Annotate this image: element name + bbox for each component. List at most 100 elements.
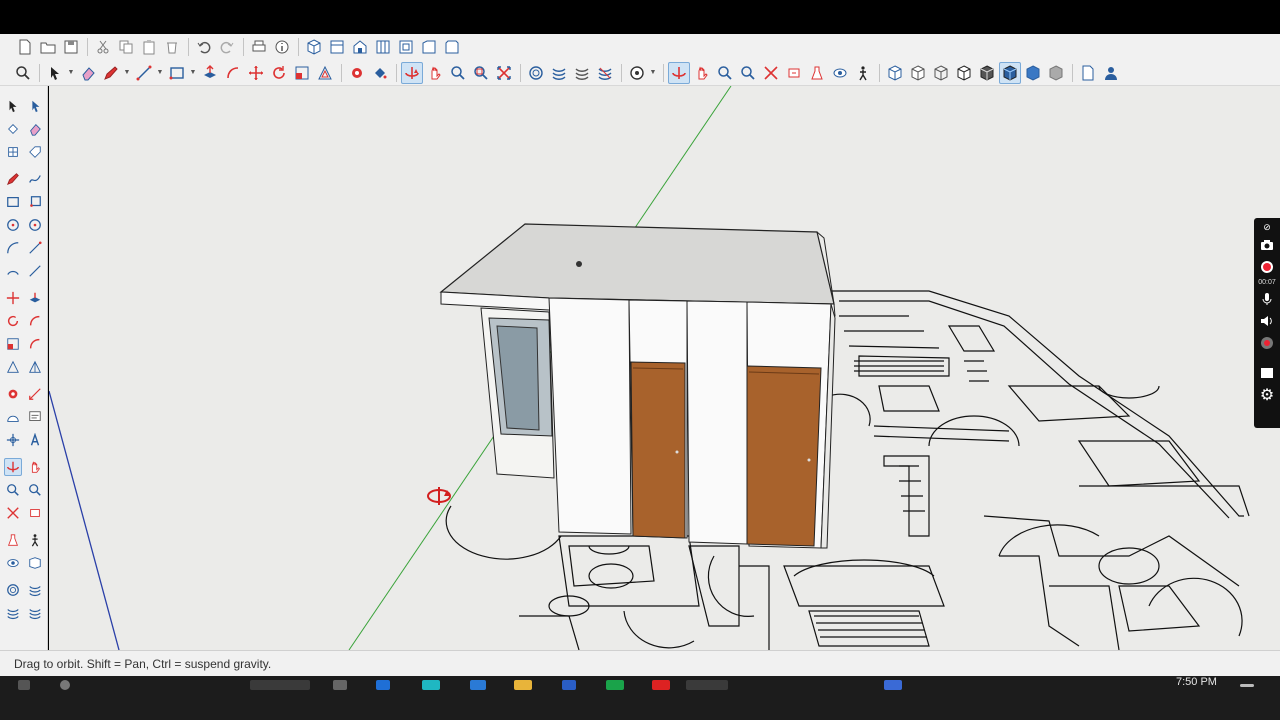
orbit-icon[interactable] bbox=[3, 457, 22, 476]
circle-icon[interactable] bbox=[4, 216, 22, 234]
zoom-icon[interactable] bbox=[4, 481, 22, 499]
tray-icon[interactable] bbox=[884, 680, 902, 690]
chevron-down-icon[interactable]: ▼ bbox=[67, 62, 75, 84]
microphone-icon[interactable] bbox=[1257, 288, 1277, 310]
previous-view-icon[interactable] bbox=[26, 504, 44, 522]
store-icon[interactable] bbox=[470, 680, 486, 690]
monochrome-icon[interactable] bbox=[1022, 62, 1044, 84]
paint-bucket-icon[interactable] bbox=[4, 120, 22, 138]
rectangle-icon[interactable] bbox=[4, 193, 22, 211]
pan-hand-icon[interactable] bbox=[691, 62, 713, 84]
gear-icon[interactable]: ⚙ bbox=[1257, 384, 1277, 406]
hidden-line-icon[interactable] bbox=[953, 62, 975, 84]
zoom-tool-icon[interactable] bbox=[714, 62, 736, 84]
search-icon[interactable] bbox=[60, 680, 70, 690]
position-camera-icon[interactable] bbox=[4, 531, 22, 549]
offset-icon[interactable] bbox=[314, 62, 336, 84]
zoom-window-icon[interactable] bbox=[470, 62, 492, 84]
edge-icon[interactable] bbox=[376, 680, 390, 690]
eraser-icon[interactable] bbox=[26, 120, 44, 138]
zoom-extents-tool-icon[interactable] bbox=[760, 62, 782, 84]
window-icon[interactable] bbox=[1257, 362, 1277, 384]
chevron-down-icon[interactable]: ▼ bbox=[649, 62, 657, 84]
print-icon[interactable] bbox=[248, 36, 270, 58]
start-icon[interactable] bbox=[18, 680, 30, 690]
folder-icon[interactable] bbox=[514, 680, 532, 690]
model-viewport[interactable] bbox=[49, 86, 1280, 650]
tape-measure-icon[interactable] bbox=[4, 385, 22, 403]
speaker-icon[interactable] bbox=[1257, 310, 1277, 332]
back-edges-icon[interactable] bbox=[907, 62, 929, 84]
zoom-icon[interactable] bbox=[447, 62, 469, 84]
freehand-icon[interactable] bbox=[26, 170, 44, 188]
move-icon[interactable] bbox=[4, 289, 22, 307]
perspective-icon[interactable] bbox=[441, 36, 463, 58]
xray-icon[interactable] bbox=[626, 62, 648, 84]
record-icon[interactable] bbox=[1257, 256, 1277, 278]
sketchup-icon[interactable] bbox=[562, 680, 576, 690]
component-icon[interactable] bbox=[4, 143, 22, 161]
shaded-icon[interactable] bbox=[976, 62, 998, 84]
section-plane-icon[interactable] bbox=[525, 62, 547, 84]
zoom-window-icon[interactable] bbox=[26, 481, 44, 499]
tape-measure-icon[interactable] bbox=[346, 62, 368, 84]
triangle-icon[interactable] bbox=[26, 358, 44, 376]
open-folder-icon[interactable] bbox=[37, 36, 59, 58]
eye-icon[interactable] bbox=[829, 62, 851, 84]
copy-icon[interactable] bbox=[115, 36, 137, 58]
person-icon[interactable] bbox=[1100, 62, 1122, 84]
walk-icon[interactable] bbox=[26, 531, 44, 549]
pie-icon[interactable] bbox=[26, 262, 44, 280]
task-view-icon[interactable] bbox=[250, 680, 310, 690]
select-icon[interactable] bbox=[44, 62, 66, 84]
erase-icon[interactable] bbox=[161, 36, 183, 58]
scale-icon[interactable] bbox=[4, 335, 22, 353]
polygon-icon[interactable] bbox=[26, 216, 44, 234]
smoove-icon[interactable] bbox=[26, 581, 44, 599]
dimension-icon[interactable] bbox=[26, 385, 44, 403]
zoom-extents-icon[interactable] bbox=[493, 62, 515, 84]
arc-icon[interactable] bbox=[4, 239, 22, 257]
previous-view-icon[interactable] bbox=[783, 62, 805, 84]
shaded-textures-icon[interactable] bbox=[999, 61, 1021, 84]
notification-icon[interactable] bbox=[1240, 684, 1254, 687]
active-app-icon[interactable] bbox=[686, 680, 728, 690]
cut-icon[interactable] bbox=[92, 36, 114, 58]
rotate-icon[interactable] bbox=[268, 62, 290, 84]
walk-person-icon[interactable] bbox=[852, 62, 874, 84]
axes-icon[interactable] bbox=[4, 431, 22, 449]
pencil-icon[interactable] bbox=[4, 170, 22, 188]
scale-icon[interactable] bbox=[291, 62, 313, 84]
line-icon[interactable] bbox=[133, 62, 155, 84]
pin-icon[interactable]: ⊘ bbox=[1257, 220, 1277, 234]
rotated-rectangle-icon[interactable] bbox=[26, 193, 44, 211]
save-icon[interactable] bbox=[60, 36, 82, 58]
look-around-icon[interactable] bbox=[571, 62, 593, 84]
file-explorer-icon[interactable] bbox=[333, 680, 347, 690]
zoom-extents-icon[interactable] bbox=[4, 504, 22, 522]
pan-icon[interactable] bbox=[424, 62, 446, 84]
chrome-app-icon[interactable] bbox=[422, 680, 440, 690]
tag-icon[interactable] bbox=[26, 143, 44, 161]
sandbox-icon[interactable] bbox=[4, 581, 22, 599]
recorder-icon[interactable] bbox=[652, 680, 670, 690]
iso-view-icon[interactable] bbox=[303, 36, 325, 58]
redo-icon[interactable] bbox=[216, 36, 238, 58]
three-point-arc-icon[interactable] bbox=[4, 262, 22, 280]
component-icon[interactable] bbox=[1077, 62, 1099, 84]
chrome-icon[interactable] bbox=[606, 680, 624, 690]
text-icon[interactable] bbox=[26, 408, 44, 426]
camera-icon[interactable] bbox=[1257, 234, 1277, 256]
xray-style-icon[interactable] bbox=[884, 62, 906, 84]
monochrome-gray-icon[interactable] bbox=[1045, 62, 1067, 84]
orbit-active-icon[interactable] bbox=[668, 61, 690, 84]
select-icon[interactable] bbox=[4, 97, 22, 115]
position-camera-icon[interactable] bbox=[594, 62, 616, 84]
chevron-down-icon[interactable]: ▼ bbox=[123, 62, 131, 84]
wireframe-icon[interactable] bbox=[930, 62, 952, 84]
search-icon[interactable] bbox=[12, 62, 34, 84]
top-view-icon[interactable] bbox=[326, 36, 348, 58]
chevron-down-icon[interactable]: ▼ bbox=[189, 62, 197, 84]
orbit-icon[interactable] bbox=[401, 61, 423, 84]
3d-text-icon[interactable] bbox=[26, 431, 44, 449]
